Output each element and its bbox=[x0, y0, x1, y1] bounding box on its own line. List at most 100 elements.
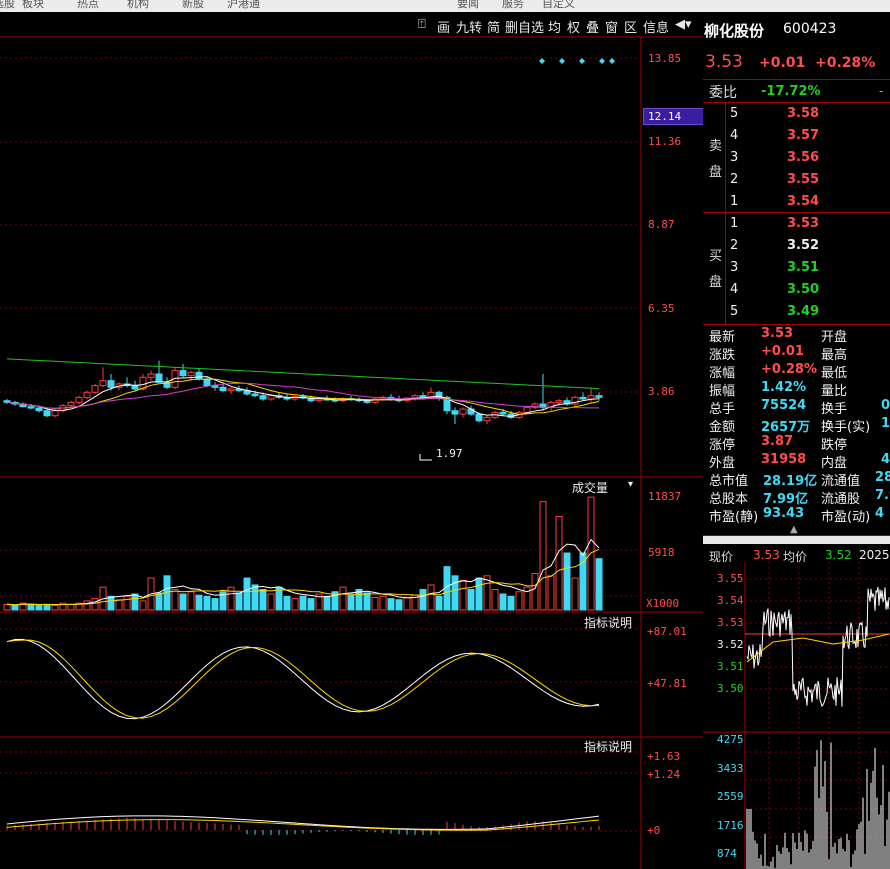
menu-item-0[interactable]: 自选股 bbox=[0, 0, 15, 11]
buy-row: 5 3.49 bbox=[703, 303, 890, 321]
candle bbox=[251, 393, 259, 397]
last-price: 3.53 bbox=[705, 52, 743, 72]
intraday-volume-tick: 874 bbox=[717, 847, 737, 860]
macd-indicator-help[interactable]: 指标说明 bbox=[584, 738, 632, 755]
price-label-2: 11.36 bbox=[648, 135, 682, 148]
candle bbox=[499, 411, 507, 415]
volume-bar bbox=[91, 598, 99, 611]
menu-item-4[interactable]: 新股 bbox=[182, 0, 204, 11]
stat-value: 93.43 bbox=[763, 506, 805, 521]
toolbar-overlay[interactable]: 叠 bbox=[586, 17, 599, 36]
toolbar-window[interactable]: 窗 bbox=[605, 17, 618, 36]
low-annotation-marker bbox=[419, 454, 432, 461]
candle bbox=[51, 410, 59, 417]
stat-row: 涨跌 +0.01 最高 bbox=[703, 343, 890, 363]
candle bbox=[259, 395, 267, 400]
menu-item-8[interactable]: 服务 bbox=[502, 0, 524, 11]
volume-bar bbox=[547, 575, 555, 611]
volume-bar bbox=[515, 591, 523, 611]
volume-bar bbox=[323, 595, 331, 611]
stat-row: 总手 75524 换手 0 bbox=[703, 397, 890, 417]
macd-label-2: +1.24 bbox=[647, 768, 681, 781]
buy-row: 1 3.53 bbox=[703, 215, 890, 233]
intraday-volume-tick: 4275 bbox=[717, 733, 744, 746]
stat-row: 涨停 3.87 跌停 bbox=[703, 433, 890, 453]
volume-bar bbox=[195, 594, 203, 611]
toolbar-remove-watch[interactable]: 删自选 bbox=[505, 17, 544, 36]
volume-bar bbox=[139, 600, 147, 611]
candle bbox=[179, 370, 187, 377]
candle bbox=[27, 406, 35, 409]
stat-label: 市盈(静) bbox=[709, 510, 759, 525]
menu-item-5[interactable]: 沪港通 bbox=[227, 0, 260, 11]
volume-bar bbox=[83, 600, 91, 611]
toolbar-simple[interactable]: 简 bbox=[487, 17, 500, 36]
menu-item-1[interactable]: 板块 bbox=[22, 0, 44, 11]
weibi-more: - bbox=[879, 84, 884, 98]
volume-bar bbox=[347, 594, 355, 611]
macd-dif-line bbox=[6, 815, 600, 830]
lock-icon[interactable]: ⍐ bbox=[418, 17, 426, 32]
buy-level: 2 bbox=[730, 238, 739, 253]
stat-value: +0.01 bbox=[761, 344, 804, 359]
candle bbox=[67, 401, 75, 407]
intraday-date: 2025- bbox=[859, 548, 890, 562]
price-change-pct: +0.28% bbox=[815, 55, 876, 71]
volume-bar bbox=[43, 603, 51, 611]
volume-bar bbox=[427, 584, 435, 611]
volume-bar bbox=[363, 592, 371, 611]
volume-bar bbox=[187, 591, 195, 611]
candle bbox=[131, 385, 139, 390]
macd-chart bbox=[6, 815, 600, 835]
menu-item-2[interactable]: 热点 bbox=[77, 0, 99, 11]
signal-diamond bbox=[579, 58, 585, 64]
candle bbox=[227, 388, 235, 392]
toolbar-average[interactable]: 均 bbox=[548, 17, 561, 36]
candle bbox=[75, 396, 83, 403]
menu-item-7[interactable]: 要闻 bbox=[457, 0, 479, 11]
menu-item-9[interactable]: 自定义 bbox=[542, 0, 575, 11]
volume-bar bbox=[67, 603, 75, 611]
kdj-chart bbox=[6, 638, 600, 720]
sell-row: 1 3.54 bbox=[703, 193, 890, 211]
menu-item-3[interactable]: 机构 bbox=[127, 0, 149, 11]
macd-label-1: +1.63 bbox=[647, 750, 681, 763]
volume-bar bbox=[579, 552, 587, 611]
collapse-arrow-icon[interactable]: ▲ bbox=[790, 524, 798, 535]
volume-bar bbox=[11, 604, 19, 611]
buy-price: 3.53 bbox=[787, 216, 820, 231]
stat-value: +0.28% bbox=[761, 362, 817, 377]
signal-diamond bbox=[539, 58, 545, 64]
toolbar-draw[interactable]: 画 bbox=[437, 17, 450, 36]
stock-name: 柳化股份 bbox=[704, 22, 765, 40]
toolbar-rights[interactable]: 权 bbox=[567, 17, 580, 36]
play-menu-icon[interactable]: ◀▾ bbox=[675, 17, 692, 32]
volume-bar bbox=[299, 595, 307, 611]
kdj-indicator-help[interactable]: 指标说明 bbox=[584, 614, 632, 631]
stat-value-2: 0 bbox=[881, 398, 890, 413]
toolbar-range[interactable]: 区 bbox=[624, 17, 637, 36]
buy-level: 3 bbox=[730, 260, 739, 275]
candle bbox=[43, 410, 51, 417]
price-label-4: 6.35 bbox=[648, 302, 675, 315]
volume-bar bbox=[291, 598, 299, 611]
buy-level: 4 bbox=[730, 282, 739, 297]
buy-row: 4 3.50 bbox=[703, 281, 890, 299]
stat-value-2: 4 bbox=[881, 452, 890, 467]
volume-dropdown-icon[interactable]: ▾ bbox=[628, 479, 633, 490]
weibi-label: 委比 bbox=[709, 85, 737, 101]
candle bbox=[451, 410, 459, 415]
kdj-d-line bbox=[6, 639, 600, 719]
toolbar-jiuzhuan[interactable]: 九转 bbox=[456, 17, 482, 36]
top-menu-bar: 自选股板块 热点 机构 新股 沪港通 要闻 服务 自定义 bbox=[0, 0, 890, 12]
candle bbox=[155, 373, 163, 383]
candle bbox=[363, 400, 371, 403]
intraday-volume-tick: 1716 bbox=[717, 818, 744, 832]
stat-row: 总市值28.19亿流通值28. bbox=[703, 469, 890, 489]
candle bbox=[187, 371, 195, 377]
sell-row: 5 3.58 bbox=[703, 105, 890, 123]
toolbar-info[interactable]: 信息 bbox=[643, 17, 669, 36]
macd-label-zero: +0 bbox=[647, 824, 661, 837]
volume-title[interactable]: 成交量 bbox=[572, 479, 608, 496]
candle bbox=[91, 385, 99, 393]
